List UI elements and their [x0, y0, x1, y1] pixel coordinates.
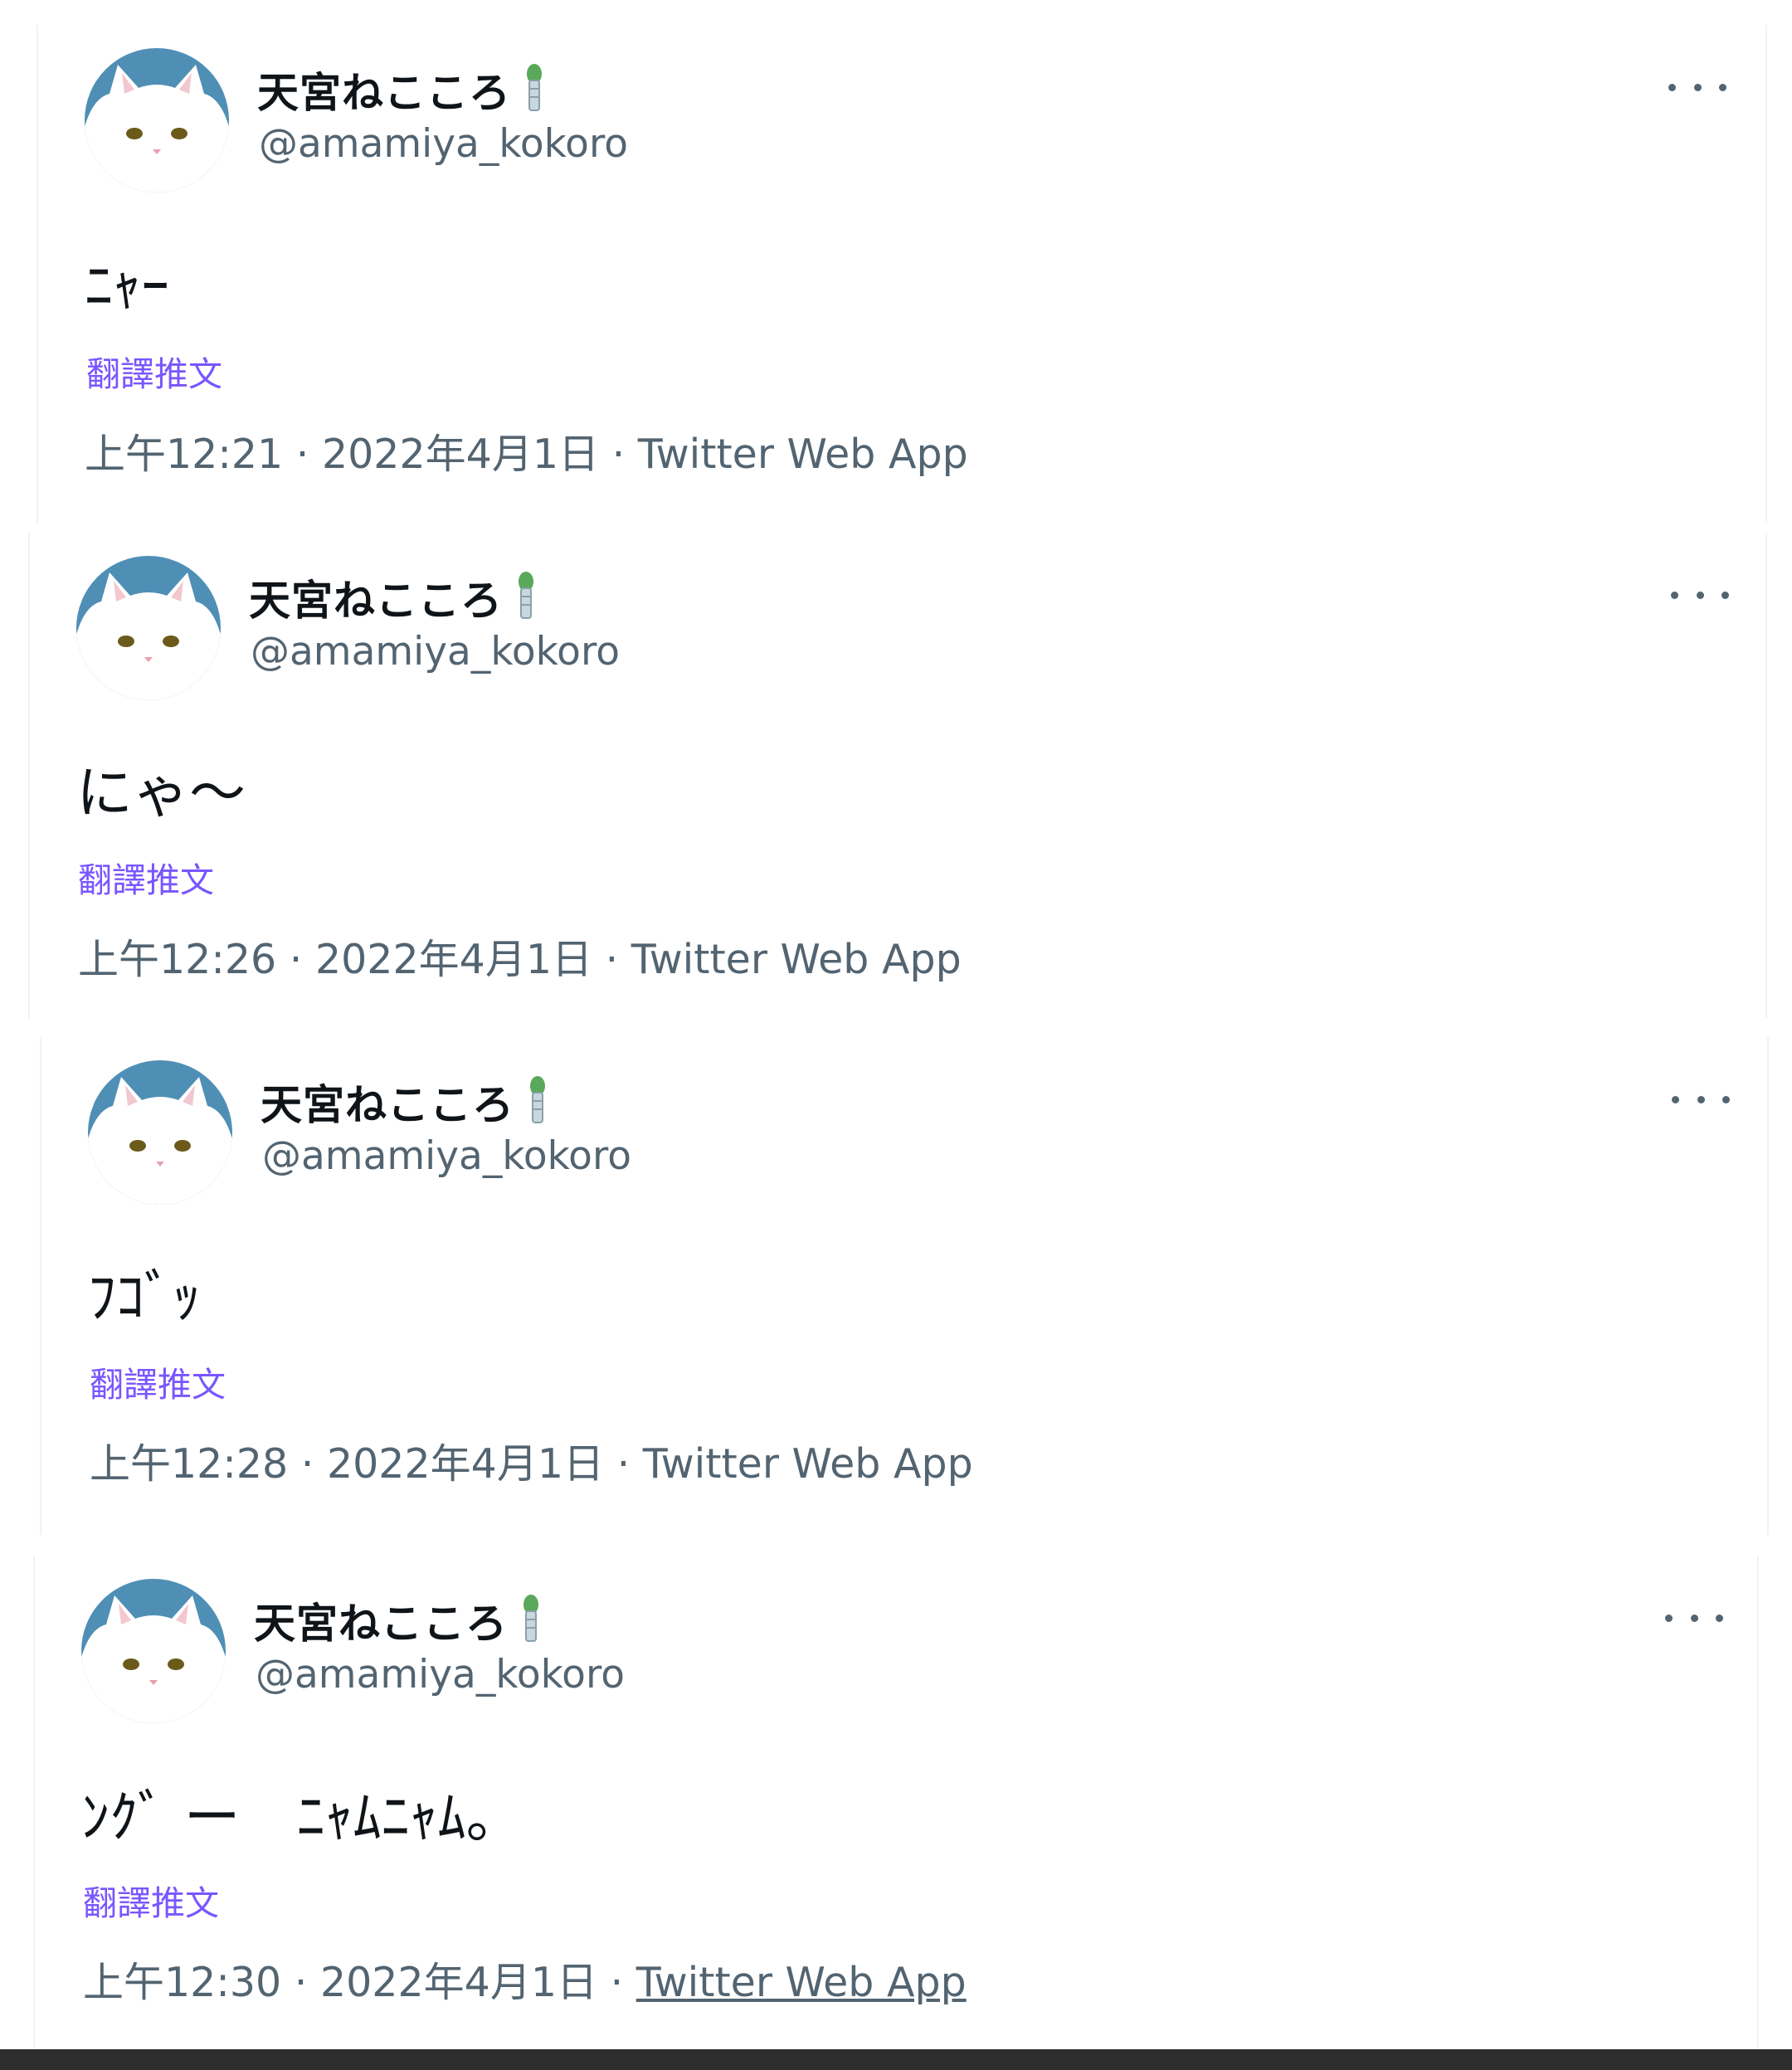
translate-tweet-link[interactable]: 翻譯推文: [83, 1875, 219, 1925]
avatar[interactable]: [88, 1060, 232, 1205]
tweet-text: ﾆｬｰ: [85, 255, 170, 320]
white-cat-avatar-icon: [85, 48, 229, 192]
avatar[interactable]: [76, 556, 221, 700]
tweet-time[interactable]: 上午12:30: [83, 1959, 281, 2006]
tweet-date[interactable]: 2022年4月1日: [327, 1440, 604, 1488]
translate-tweet-link[interactable]: 翻譯推文: [90, 1356, 226, 1406]
green-bell-badge-icon: [521, 1074, 551, 1129]
tweet-card[interactable]: 天宮ねこころ @amamiya_kokoro ﾆｬｰ 翻譯推文 上午12:21 …: [37, 25, 1767, 523]
tweet-meta: 上午12:21 · 2022年4月1日 · Twitter Web App: [85, 431, 968, 478]
handle[interactable]: @amamiya_kokoro: [262, 1133, 631, 1179]
avatar[interactable]: [81, 1579, 226, 1723]
tweet-date[interactable]: 2022年4月1日: [320, 1959, 597, 2006]
tweet-source[interactable]: Twitter Web App: [638, 431, 968, 478]
display-name[interactable]: 天宮ねこころ: [254, 1590, 508, 1650]
tweet-date[interactable]: 2022年4月1日: [315, 936, 592, 983]
white-cat-avatar-icon: [88, 1060, 232, 1205]
tweet-text: にゃ〜: [76, 761, 246, 826]
more-options-icon[interactable]: [1671, 578, 1729, 611]
tweet-source[interactable]: Twitter Web App: [631, 936, 962, 983]
translate-tweet-link[interactable]: 翻譯推文: [86, 346, 222, 396]
tweet-source[interactable]: Twitter Web App: [643, 1440, 973, 1488]
display-name[interactable]: 天宮ねこころ: [249, 567, 503, 627]
display-name[interactable]: 天宮ねこころ: [261, 1072, 514, 1132]
tweet-text: ﾌｺﾞｯ: [88, 1265, 202, 1331]
handle[interactable]: @amamiya_kokoro: [256, 1652, 625, 1697]
more-options-icon[interactable]: [1668, 71, 1726, 104]
white-cat-avatar-icon: [76, 556, 221, 700]
tweet-card[interactable]: 天宮ねこころ @amamiya_kokoro にゃ〜 翻譯推文 上午12:26 …: [28, 533, 1767, 1018]
display-name[interactable]: 天宮ねこころ: [257, 60, 511, 119]
green-bell-badge-icon: [509, 570, 539, 625]
more-options-icon[interactable]: [1665, 1601, 1723, 1634]
tweet-time[interactable]: 上午12:26: [78, 936, 276, 983]
more-options-icon[interactable]: [1672, 1083, 1730, 1116]
avatar[interactable]: [85, 48, 229, 192]
tweet-time[interactable]: 上午12:28: [90, 1440, 288, 1488]
translate-tweet-link[interactable]: 翻譯推文: [78, 852, 214, 902]
tweet-source[interactable]: Twitter Web App: [636, 1959, 967, 2006]
tweet-text: ﾝｸﾞ ー ﾆｬﾑﾆｬﾑ。: [81, 1785, 523, 1851]
green-bell-badge-icon: [518, 62, 548, 117]
tweet-meta: 上午12:28 · 2022年4月1日 · Twitter Web App: [90, 1440, 973, 1488]
tweet-meta: 上午12:30 · 2022年4月1日 · Twitter Web App: [83, 1959, 967, 2006]
tweet-card[interactable]: 天宮ねこころ @amamiya_kokoro ﾝｸﾞ ー ﾆｬﾑﾆｬﾑ。 翻譯推…: [33, 1556, 1759, 2049]
tweet-date[interactable]: 2022年4月1日: [322, 431, 599, 478]
green-bell-badge-icon: [514, 1593, 544, 1648]
handle[interactable]: @amamiya_kokoro: [251, 629, 620, 675]
white-cat-avatar-icon: [81, 1579, 226, 1723]
tweet-time[interactable]: 上午12:21: [85, 431, 283, 478]
handle[interactable]: @amamiya_kokoro: [259, 121, 628, 167]
tweet-meta: 上午12:26 · 2022年4月1日 · Twitter Web App: [78, 936, 962, 983]
tweet-card[interactable]: 天宮ねこころ @amamiya_kokoro ﾌｺﾞｯ 翻譯推文 上午12:28…: [40, 1037, 1769, 1535]
bottom-edge-bar: [0, 2049, 1792, 2070]
